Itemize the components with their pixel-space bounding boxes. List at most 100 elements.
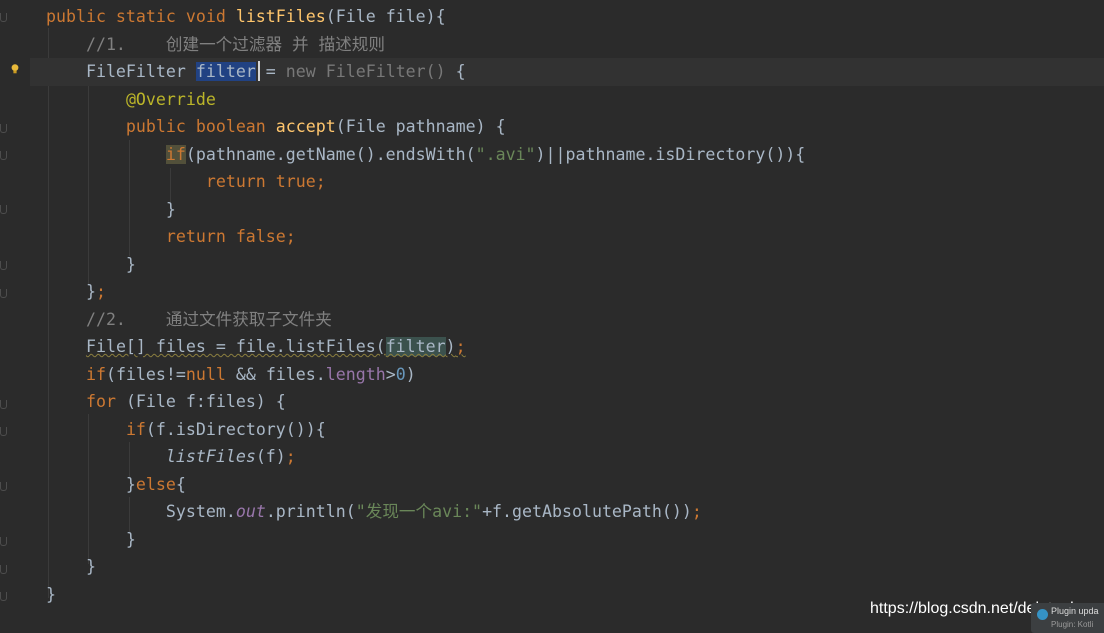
code-token: ) (445, 337, 456, 356)
code-editor[interactable]: public static void listFiles(File file){… (0, 0, 1104, 630)
code-token: "发现一个avi:" (355, 502, 483, 521)
code-token: .println( (265, 502, 356, 521)
code-token: } (46, 557, 96, 576)
code-line[interactable]: @Override (46, 86, 216, 114)
code-token: (f.isDirectory()){ (145, 419, 326, 439)
code-token: null (185, 364, 236, 384)
code-line[interactable]: } (46, 196, 176, 224)
code-line[interactable]: public static void listFiles(File file){ (46, 3, 446, 31)
fold-marker[interactable] (0, 261, 7, 270)
code-token: (File pathname) { (335, 117, 506, 136)
code-token: ; (285, 447, 296, 466)
fold-marker[interactable] (0, 427, 7, 436)
code-token: //1. 创建一个过滤器 并 描述规则 (46, 34, 385, 54)
code-token: { (455, 62, 466, 81)
code-line[interactable]: return true; (46, 168, 326, 196)
fold-marker[interactable] (0, 151, 7, 160)
code-line[interactable]: }else{ (46, 471, 186, 499)
code-token: for (85, 392, 126, 411)
code-token: } (46, 474, 136, 494)
code-line[interactable]: //1. 创建一个过滤器 并 描述规则 (46, 31, 385, 59)
code-token: } (46, 529, 136, 549)
code-line[interactable]: return false; (46, 223, 296, 251)
code-token: filter (385, 337, 446, 356)
code-token: && files. (235, 364, 326, 384)
code-token: )||pathname.isDirectory()){ (535, 144, 806, 164)
code-token: return true; (46, 172, 326, 191)
code-line[interactable]: if(f.isDirectory()){ (46, 416, 326, 444)
code-token: } (46, 282, 96, 301)
fold-marker[interactable] (0, 400, 7, 409)
code-token: if (165, 144, 186, 164)
fold-marker[interactable] (0, 124, 7, 133)
code-token: = (255, 62, 286, 81)
fold-marker[interactable] (0, 13, 7, 22)
code-token: (File f:files) { (125, 392, 286, 411)
code-line[interactable]: for (File f:files) { (46, 388, 286, 416)
code-token: listFiles (235, 7, 326, 26)
code-token: FileFilter (46, 62, 196, 81)
code-token: if (85, 364, 106, 384)
code-token: if (125, 419, 146, 439)
fold-marker[interactable] (0, 482, 7, 491)
code-line[interactable]: public boolean accept(File pathname) { (46, 113, 506, 141)
code-line[interactable]: } (46, 251, 136, 279)
code-line[interactable]: listFiles(f); (46, 443, 296, 471)
code-token: (f) (255, 447, 286, 466)
code-line[interactable]: FileFilter filter = new FileFilter() { (30, 58, 1104, 86)
code-token: (File file){ (325, 7, 446, 26)
code-line[interactable]: File[] files = file.listFiles(filter); (46, 333, 466, 361)
code-token: ) (405, 364, 416, 384)
lightbulb-icon[interactable] (11, 64, 19, 74)
code-token: (pathname.getName().endsWith( (185, 144, 476, 164)
code-token: filter (195, 62, 256, 81)
code-token: File[] files = file.listFiles( (85, 337, 386, 356)
code-line[interactable]: System.out.println("发现一个avi:"+f.getAbsol… (46, 498, 702, 526)
code-token: length (325, 364, 386, 384)
info-icon (1037, 609, 1048, 620)
fold-marker[interactable] (0, 565, 7, 574)
code-token: } (46, 199, 176, 219)
code-line[interactable]: } (46, 581, 56, 609)
code-token: listFiles (165, 447, 256, 466)
code-token: accept (275, 117, 336, 136)
code-token: { (175, 474, 186, 494)
notification-subtitle: Plugin: Kotli (1051, 620, 1094, 629)
code-line[interactable]: //2. 通过文件获取子文件夹 (46, 306, 332, 334)
fold-marker[interactable] (0, 592, 7, 601)
code-token: else (135, 474, 176, 494)
code-token: 0 (395, 364, 406, 384)
code-line[interactable]: if(pathname.getName().endsWith(".avi")||… (46, 141, 805, 169)
code-token: } (46, 254, 136, 274)
fold-marker[interactable] (0, 289, 7, 298)
code-token: ; (455, 337, 466, 356)
code-token: } (46, 584, 56, 604)
fold-marker[interactable] (0, 205, 7, 214)
code-token: ; (691, 502, 702, 521)
code-token: return false; (46, 227, 296, 246)
code-token: System. (46, 502, 236, 521)
plugin-update-notification[interactable]: Plugin upda Plugin: Kotli (1031, 603, 1104, 633)
code-token: ".avi" (475, 144, 536, 164)
code-line[interactable]: } (46, 553, 96, 581)
code-line[interactable]: }; (46, 278, 106, 306)
code-line[interactable]: if(files!=null && files.length>0) (46, 361, 416, 389)
code-token: (files!= (105, 364, 186, 384)
fold-marker[interactable] (0, 537, 7, 546)
code-token: ; (95, 282, 106, 301)
notification-title: Plugin upda (1051, 606, 1099, 616)
code-token: out (235, 502, 266, 521)
editor-gutter[interactable] (0, 0, 30, 630)
code-token: +f.getAbsolutePath()) (482, 502, 692, 521)
code-token: @Override (125, 89, 216, 109)
code-token: > (385, 364, 396, 384)
code-token: public boolean (46, 117, 276, 136)
code-line[interactable]: } (46, 526, 136, 554)
